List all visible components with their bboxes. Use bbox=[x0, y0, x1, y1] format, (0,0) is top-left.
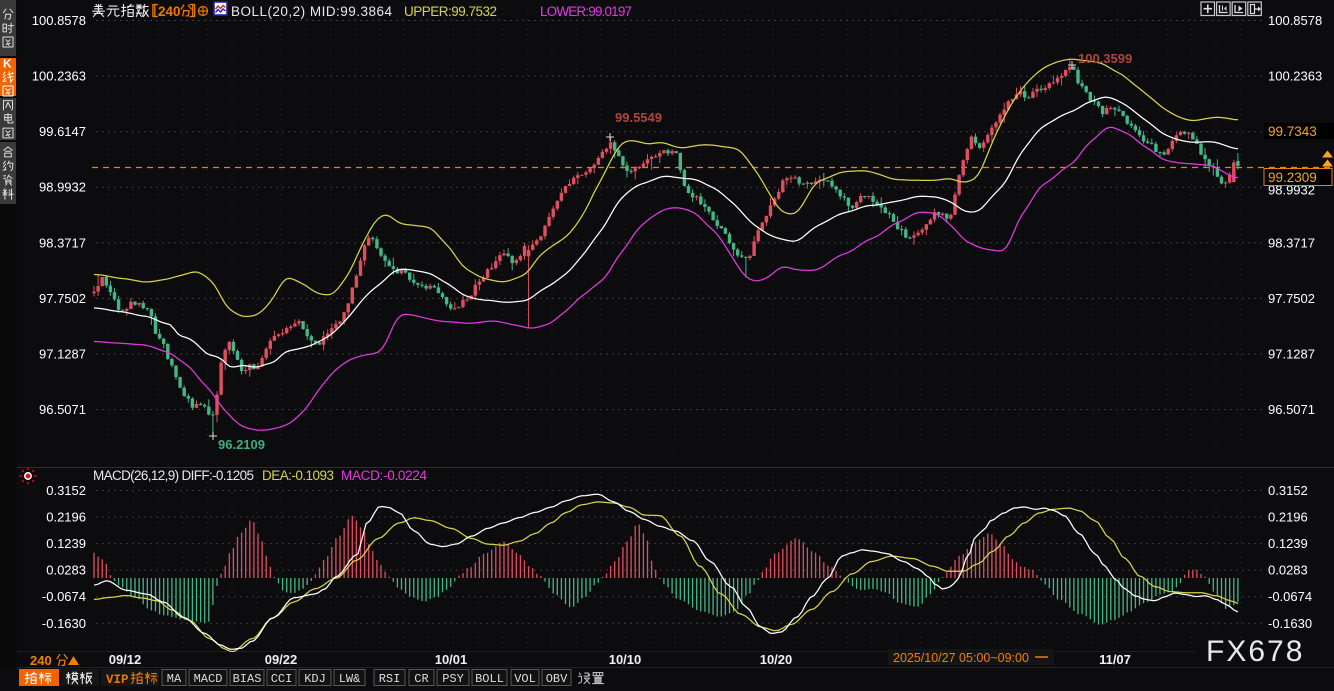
svg-text:98.3717: 98.3717 bbox=[1268, 235, 1315, 250]
svg-text:DEA:-0.1093: DEA:-0.1093 bbox=[262, 468, 334, 483]
svg-text:97.7502: 97.7502 bbox=[39, 291, 86, 306]
svg-text:10/01: 10/01 bbox=[435, 652, 468, 667]
svg-text:0.0283: 0.0283 bbox=[1268, 563, 1308, 578]
svg-text:98.9932: 98.9932 bbox=[39, 180, 86, 195]
svg-text:96.2109: 96.2109 bbox=[218, 437, 265, 452]
svg-text:BIAS: BIAS bbox=[233, 672, 262, 686]
svg-text:CR: CR bbox=[414, 672, 428, 686]
svg-text:VOL: VOL bbox=[514, 672, 536, 686]
svg-text:-0.0674: -0.0674 bbox=[1268, 589, 1312, 604]
svg-text:BOLL: BOLL bbox=[475, 672, 504, 686]
svg-text:09/22: 09/22 bbox=[265, 652, 298, 667]
svg-text:98.3717: 98.3717 bbox=[39, 235, 86, 250]
svg-text:99.2309: 99.2309 bbox=[1268, 170, 1317, 185]
svg-text:-0.1630: -0.1630 bbox=[42, 616, 86, 631]
svg-text:-0.1630: -0.1630 bbox=[1268, 616, 1312, 631]
svg-text:0.3152: 0.3152 bbox=[46, 483, 86, 498]
svg-text:240: 240 bbox=[30, 653, 52, 668]
svg-text:100.8578: 100.8578 bbox=[1268, 13, 1322, 28]
svg-text:0.2196: 0.2196 bbox=[46, 510, 86, 525]
svg-text:LOWER:99.0197: LOWER:99.0197 bbox=[540, 4, 632, 19]
svg-text:99.7343: 99.7343 bbox=[1268, 124, 1317, 139]
svg-text:RSI: RSI bbox=[379, 672, 401, 686]
svg-text:UPPER:99.7532: UPPER:99.7532 bbox=[404, 4, 497, 19]
svg-text:MACD: MACD bbox=[194, 672, 223, 686]
svg-text:99.5549: 99.5549 bbox=[615, 110, 662, 125]
svg-text:97.1287: 97.1287 bbox=[39, 347, 86, 362]
svg-text:K: K bbox=[3, 57, 12, 71]
svg-text:MACD(26,12,9) DIFF:-0.1205: MACD(26,12,9) DIFF:-0.1205 bbox=[93, 468, 254, 483]
svg-text:96.5071: 96.5071 bbox=[39, 402, 86, 417]
svg-text:MACD:-0.0224: MACD:-0.0224 bbox=[341, 468, 427, 483]
svg-text:CCI: CCI bbox=[271, 672, 293, 686]
svg-text:10/20: 10/20 bbox=[760, 652, 793, 667]
svg-text:0.3152: 0.3152 bbox=[1268, 483, 1308, 498]
svg-text:100.3599: 100.3599 bbox=[1078, 51, 1132, 66]
svg-text:100.8578: 100.8578 bbox=[32, 13, 86, 28]
svg-text:MA: MA bbox=[167, 672, 182, 686]
svg-text:240: 240 bbox=[158, 4, 181, 19]
svg-text:0.1239: 0.1239 bbox=[46, 536, 86, 551]
svg-text:VIP: VIP bbox=[106, 673, 129, 686]
svg-text:96.5071: 96.5071 bbox=[1268, 402, 1315, 417]
svg-text:KDJ: KDJ bbox=[304, 672, 326, 686]
svg-text:100.2363: 100.2363 bbox=[32, 69, 86, 84]
svg-text:0.1239: 0.1239 bbox=[1268, 536, 1308, 551]
svg-text:-0.0674: -0.0674 bbox=[42, 589, 86, 604]
svg-text:2025/10/27 05:00~09:00: 2025/10/27 05:00~09:00 bbox=[893, 651, 1029, 665]
svg-text:97.7502: 97.7502 bbox=[1268, 291, 1315, 306]
svg-text:0.2196: 0.2196 bbox=[1268, 510, 1308, 525]
svg-text:BOLL(20,2) MID:99.3864: BOLL(20,2) MID:99.3864 bbox=[231, 4, 392, 19]
svg-text:0.0283: 0.0283 bbox=[46, 563, 86, 578]
svg-text:FX678: FX678 bbox=[1206, 635, 1304, 668]
svg-text:PSY: PSY bbox=[442, 672, 464, 686]
svg-text:11/07: 11/07 bbox=[1099, 652, 1131, 667]
svg-text:100.2363: 100.2363 bbox=[1268, 69, 1322, 84]
svg-text:OBV: OBV bbox=[546, 672, 568, 686]
svg-text:99.6147: 99.6147 bbox=[39, 124, 86, 139]
svg-text:97.1287: 97.1287 bbox=[1268, 347, 1315, 362]
svg-text:09/12: 09/12 bbox=[109, 652, 142, 667]
svg-text:LW&: LW& bbox=[339, 672, 361, 686]
svg-text:10/10: 10/10 bbox=[609, 652, 642, 667]
